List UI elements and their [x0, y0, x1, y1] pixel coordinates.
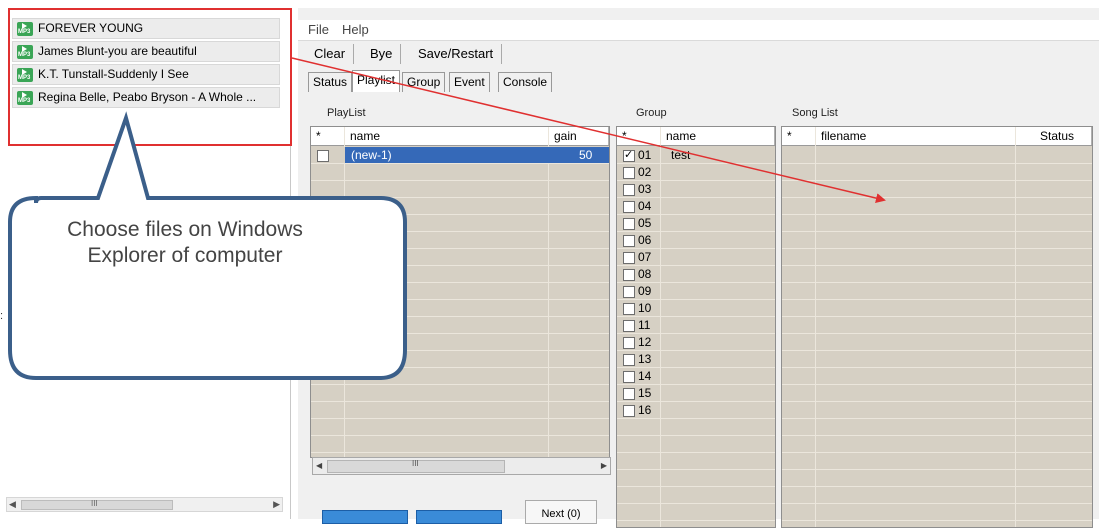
empty-row	[782, 521, 1092, 527]
drag-arrow	[291, 57, 886, 203]
callout-text: Choose files on Windows Explorer of comp…	[67, 218, 303, 267]
empty-row	[617, 521, 775, 527]
